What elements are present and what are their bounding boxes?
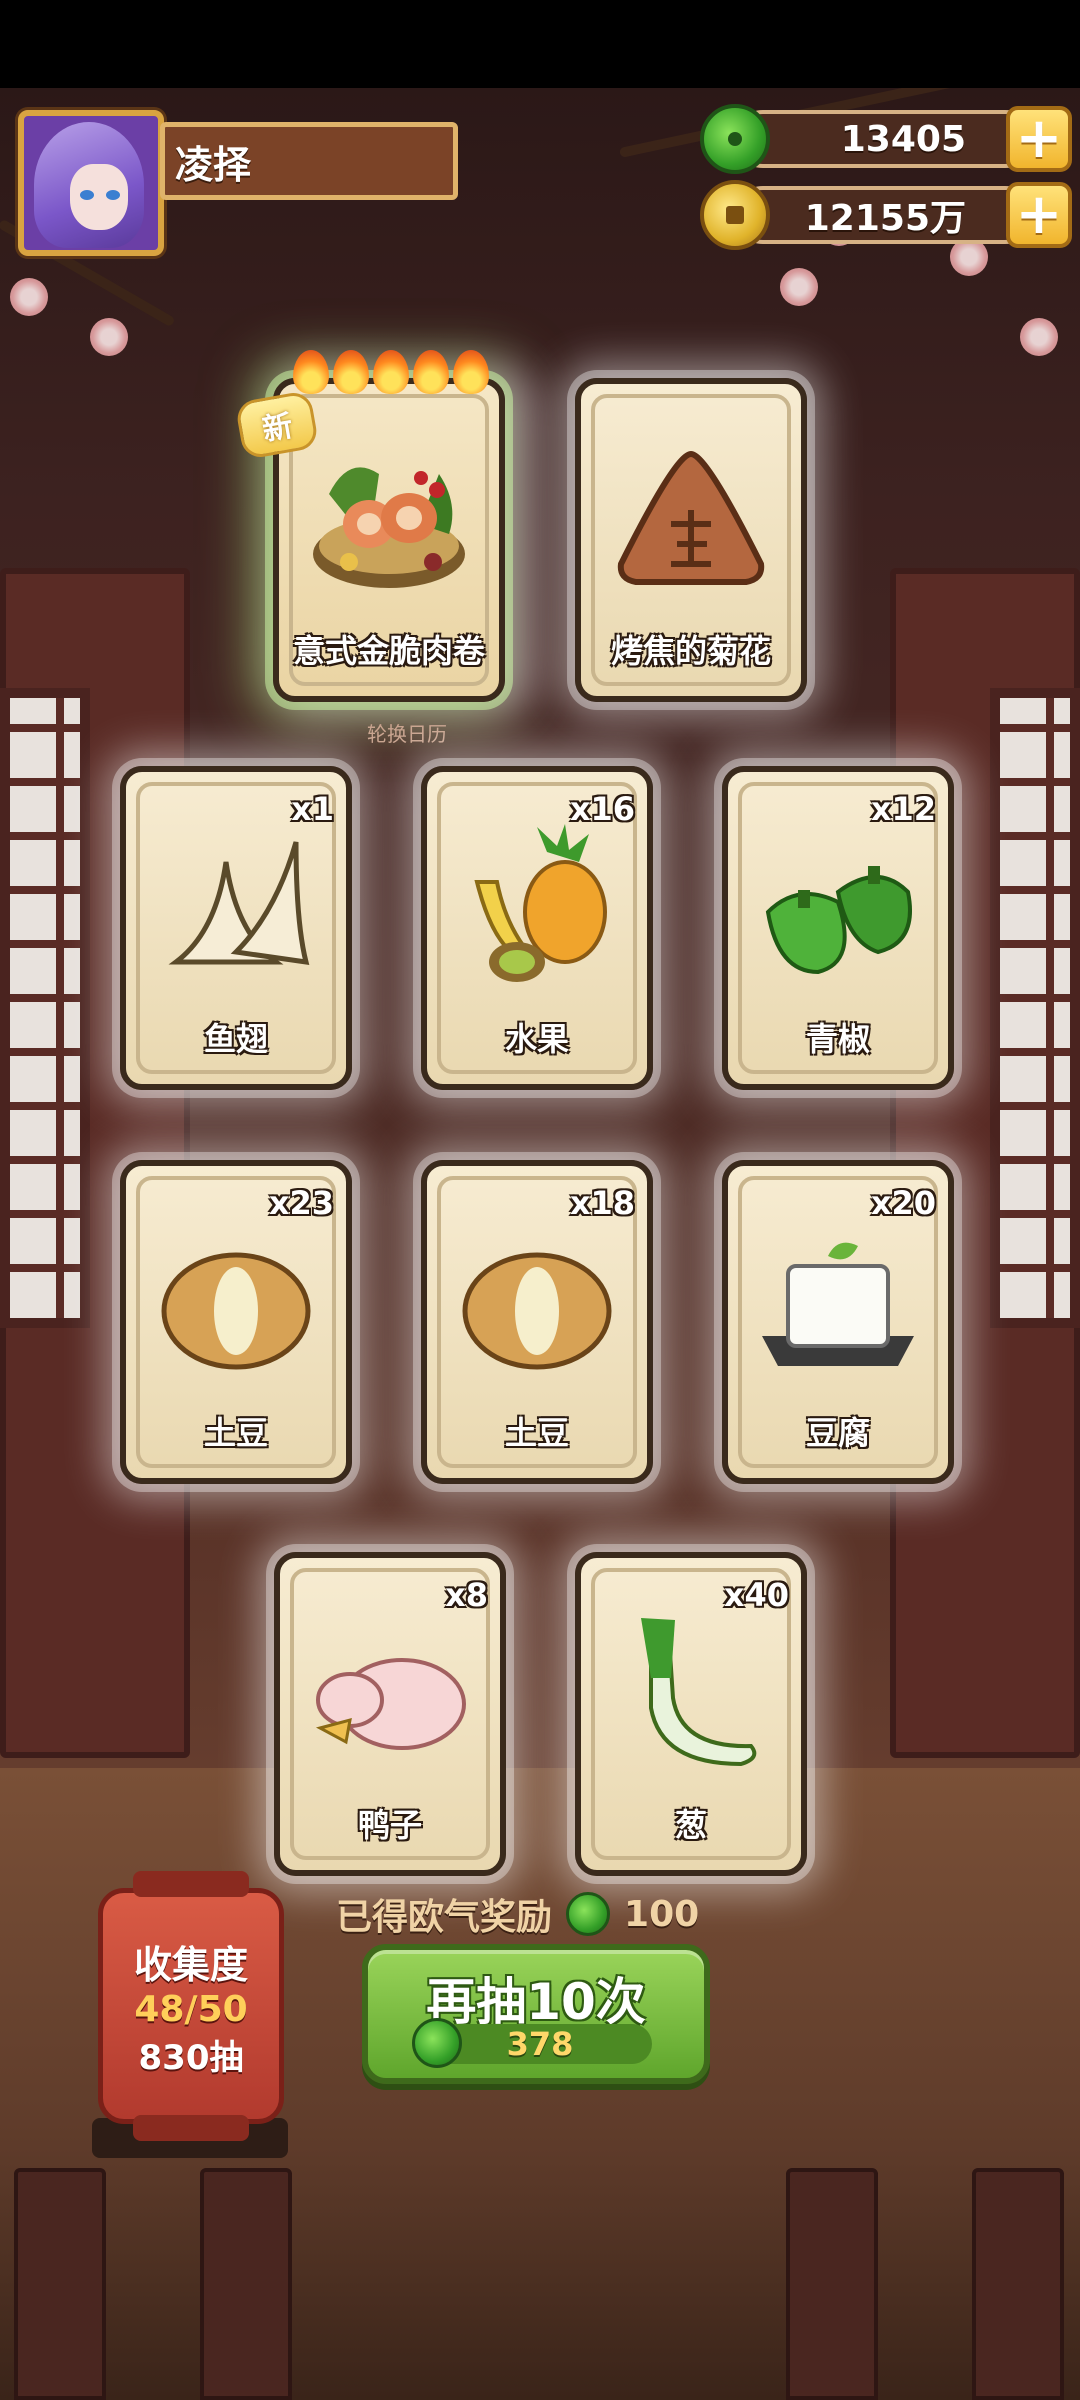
tofu-icon [762,1242,914,1366]
burnt-dish-icon [617,450,765,585]
player-name: 凌择 [175,142,252,187]
flame-star-icon [293,350,329,394]
lucky-reward-row: 已得欧气奖励 100 [336,1888,699,1940]
fence-post [14,2168,106,2400]
card-name: 青椒 [805,1020,870,1058]
gold-coin-icon [700,180,770,250]
green-pepper-icon [765,866,912,975]
potato-icon [161,1252,311,1370]
card-name: 水果 [504,1020,569,1058]
blossom [90,318,128,356]
shark-fin-icon [168,841,310,966]
left-window [0,688,90,1328]
gold-currency-bar: 12155万 + [700,180,1072,250]
player-avatar[interactable] [18,110,164,256]
rotation-calendar-label[interactable]: 轮换日历 [367,718,447,747]
flame-star-icon [453,350,489,394]
ingredient-card-scallion[interactable]: x40 葱 [575,1552,807,1876]
fence-post [200,2168,292,2400]
fence-post [786,2168,878,2400]
card-name: 烤焦的菊花 [610,632,771,670]
jade-coin-icon [700,104,770,174]
flame-star-icon [333,350,369,394]
gold-amount: 12155万 [804,198,966,239]
card-name: 鱼翅 [203,1020,268,1058]
featured-card-burnt-dish[interactable]: 烤焦的菊花 [575,378,807,702]
card-name: 鸭子 [357,1806,422,1844]
avatar-eye [80,190,94,200]
ingredient-card-potato-2[interactable]: x18 土豆 [421,1160,653,1484]
card-name: 土豆 [203,1414,268,1452]
ingredient-card-shark-fin[interactable]: x1 鱼翅 [120,766,352,1090]
scallion-icon [641,1618,757,1767]
collection-title: 收集度 [133,1942,248,1987]
ingredient-card-duck[interactable]: x8 鸭子 [274,1552,506,1876]
card-name: 意式金脆肉卷 [292,632,485,670]
draw-again-button[interactable]: 再抽10次 378 [362,1944,710,2084]
card-name: 豆腐 [805,1414,870,1452]
add-gold-button[interactable]: + [1006,182,1072,248]
blossom [780,268,818,306]
ingredient-card-potato-1[interactable]: x23 土豆 [120,1160,352,1484]
avatar-eye [106,190,120,200]
status-bar [0,0,1080,88]
star-rating [293,350,489,394]
jade-coin-icon [412,2018,462,2068]
add-jade-button[interactable]: + [1006,106,1072,172]
ingredient-card-fruit[interactable]: x16 水果 [421,766,653,1090]
fence-post [972,2168,1064,2400]
lucky-reward-value: 100 [624,1893,700,1935]
collection-progress: 48/50 [134,1988,248,2030]
player-name-plate: 凌择 [160,122,458,200]
flame-star-icon [413,350,449,394]
blossom [10,278,48,316]
total-draws: 830抽 [138,2037,244,2078]
jade-amount: 13405 [840,118,966,160]
lucky-reward-label: 已得欧气奖励 [336,1897,553,1938]
fruit-icon [474,824,607,982]
blossom [1020,318,1058,356]
card-name: 葱 [674,1806,707,1844]
draw-cost: 378 [412,2018,652,2068]
ingredient-card-tofu[interactable]: x20 豆腐 [722,1160,954,1484]
featured-card-meat-roll[interactable]: 新 意式金脆肉卷 [234,350,505,702]
card-name: 土豆 [504,1414,569,1452]
jade-currency-bar: 13405 + [700,104,1072,174]
flame-star-icon [373,350,409,394]
meat-roll-dish-icon [313,467,465,588]
ingredient-card-green-pepper[interactable]: x12 青椒 [722,766,954,1090]
potato-icon [462,1252,612,1370]
duck-icon [315,1658,466,1750]
draw-cost-value: 378 [506,2025,574,2063]
collection-progress-button[interactable]: 收集度 48/50 830抽 [98,1871,284,2141]
jade-coin-icon [566,1892,611,1936]
right-window [990,688,1080,1328]
